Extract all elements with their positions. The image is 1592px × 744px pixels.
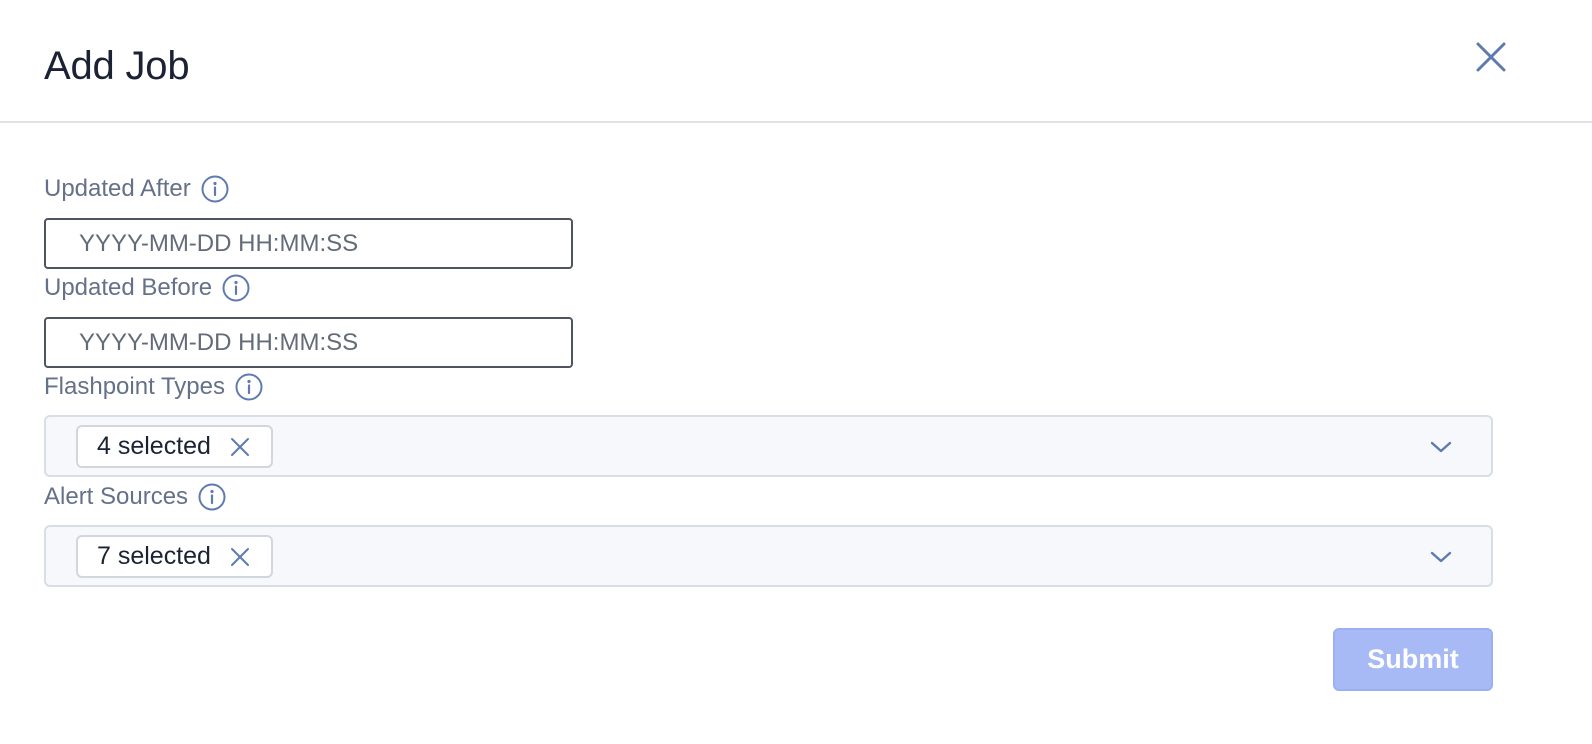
- chevron-down-icon[interactable]: [1426, 542, 1456, 572]
- chip-label: 4 selected: [97, 432, 211, 460]
- info-icon[interactable]: [234, 372, 264, 402]
- info-icon[interactable]: [197, 482, 227, 512]
- flashpoint-types-label-row: Flashpoint Types: [44, 371, 264, 403]
- updated-before-input[interactable]: [44, 317, 573, 368]
- dialog-header: Add Job: [0, 0, 1592, 123]
- alert-sources-chip: 7 selected: [76, 535, 273, 578]
- dialog-title: Add Job: [44, 44, 190, 88]
- clear-selection-icon[interactable]: [229, 546, 251, 568]
- chevron-down-icon[interactable]: [1426, 432, 1456, 462]
- updated-before-label-row: Updated Before: [44, 272, 251, 304]
- alert-sources-label-row: Alert Sources: [44, 481, 227, 513]
- info-icon[interactable]: [200, 174, 230, 204]
- updated-after-input[interactable]: [44, 218, 573, 269]
- clear-selection-icon[interactable]: [229, 436, 251, 458]
- close-icon: [1476, 42, 1506, 72]
- updated-after-label-row: Updated After: [44, 173, 230, 205]
- updated-before-label: Updated Before: [44, 274, 213, 301]
- add-job-dialog: Add Job Updated After Updated Before: [0, 0, 1592, 744]
- updated-after-label: Updated After: [44, 175, 191, 202]
- flashpoint-types-select[interactable]: 4 selected: [44, 415, 1493, 477]
- flashpoint-types-chip: 4 selected: [76, 425, 273, 468]
- close-button[interactable]: [1470, 36, 1512, 78]
- flashpoint-types-label: Flashpoint Types: [44, 373, 225, 400]
- alert-sources-select[interactable]: 7 selected: [44, 525, 1493, 587]
- alert-sources-label: Alert Sources: [44, 483, 189, 510]
- submit-button[interactable]: Submit: [1333, 628, 1493, 691]
- chip-label: 7 selected: [97, 542, 211, 570]
- info-icon[interactable]: [221, 273, 251, 303]
